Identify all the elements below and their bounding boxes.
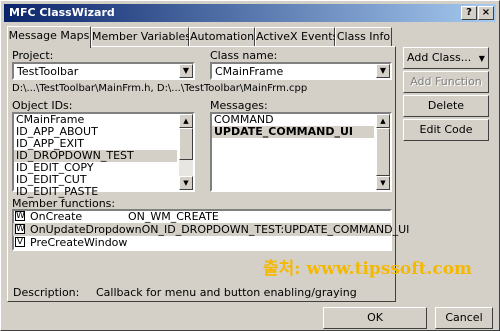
tab-automation[interactable]: Automation bbox=[189, 27, 255, 47]
object-ids-list[interactable]: CMainFrame ID_APP_ABOUT ID_APP_EXIT ID_D… bbox=[12, 112, 195, 198]
window-title: MFC ClassWizard bbox=[9, 6, 115, 19]
messages-scrollbar[interactable]: ▲ ▼ bbox=[376, 114, 390, 190]
scroll-down-icon[interactable]: ▼ bbox=[376, 176, 390, 190]
cancel-button[interactable]: Cancel bbox=[435, 307, 493, 329]
member-function-name: OnCreate bbox=[30, 210, 83, 223]
description-value: Callback for menu and button enabling/gr… bbox=[96, 286, 357, 299]
chevron-down-icon[interactable]: ▼ bbox=[179, 64, 193, 78]
class-name-label: Class name: bbox=[210, 49, 278, 62]
member-functions-rows: W OnCreate ON_WM_CREATE W OnUpdateDropdo… bbox=[13, 210, 409, 250]
add-class-button[interactable]: Add Class... ▼ bbox=[403, 47, 489, 69]
class-name-value: CMainFrame bbox=[215, 65, 284, 78]
chevron-down-icon: ▼ bbox=[478, 54, 485, 63]
messages-items: COMMAND UPDATE_COMMAND_UI bbox=[212, 114, 374, 138]
close-button[interactable]: × bbox=[478, 6, 494, 20]
scroll-thumb[interactable] bbox=[179, 128, 193, 160]
list-item-selected[interactable]: UPDATE_COMMAND_UI bbox=[212, 126, 374, 138]
ok-button[interactable]: OK bbox=[323, 307, 427, 329]
classwizard-dialog: MFC ClassWizard ? × Message Maps Member … bbox=[0, 0, 500, 331]
member-function-name: PreCreateWindow bbox=[30, 236, 128, 249]
scroll-down-icon[interactable]: ▼ bbox=[179, 176, 193, 190]
description-label: Description: bbox=[13, 286, 80, 299]
table-row[interactable]: W OnCreate ON_WM_CREATE bbox=[13, 210, 391, 223]
table-row[interactable]: V PreCreateWindow bbox=[13, 236, 391, 249]
tab-member-variables[interactable]: Member Variables bbox=[91, 27, 191, 47]
tab-message-maps[interactable]: Message Maps bbox=[7, 26, 91, 48]
project-label: Project: bbox=[12, 49, 54, 62]
file-path: D:\...\TestToolbar\MainFrm.h, D:\...\Tes… bbox=[12, 83, 308, 94]
watermark-text: 출처: www.tipssoft.com bbox=[263, 259, 473, 279]
scroll-up-icon[interactable]: ▲ bbox=[376, 114, 390, 128]
title-bar[interactable]: MFC ClassWizard ? × bbox=[4, 4, 496, 22]
chevron-down-icon[interactable]: ▼ bbox=[376, 64, 390, 78]
class-name-combo[interactable]: CMainFrame ▼ bbox=[210, 62, 392, 80]
add-class-label: Add Class... bbox=[407, 51, 472, 64]
scroll-thumb[interactable] bbox=[376, 128, 390, 176]
member-function-name: OnUpdateDropdownON_ID_DROPDOWN_TEST:UPDA… bbox=[30, 223, 410, 236]
project-value: TestToolbar bbox=[17, 65, 79, 78]
member-type-badge: W bbox=[15, 224, 25, 234]
table-row-selected[interactable]: W OnUpdateDropdownON_ID_DROPDOWN_TEST:UP… bbox=[13, 223, 409, 236]
tab-activex-events[interactable]: ActiveX Events bbox=[255, 27, 338, 47]
edit-code-button[interactable]: Edit Code bbox=[403, 119, 489, 141]
scroll-up-icon[interactable]: ▲ bbox=[179, 114, 193, 128]
object-ids-scrollbar[interactable]: ▲ ▼ bbox=[179, 114, 193, 190]
object-ids-items: CMainFrame ID_APP_ABOUT ID_APP_EXIT ID_D… bbox=[14, 114, 177, 198]
messages-label: Messages: bbox=[210, 99, 268, 112]
tab-class-info[interactable]: Class Info bbox=[335, 27, 392, 47]
delete-function-button[interactable]: Delete Function bbox=[403, 95, 489, 132]
help-button[interactable]: ? bbox=[461, 6, 477, 20]
member-type-badge: W bbox=[15, 211, 25, 221]
member-type-badge: V bbox=[15, 237, 25, 247]
project-combo[interactable]: TestToolbar ▼ bbox=[12, 62, 195, 80]
add-function-button[interactable]: Add Function bbox=[403, 71, 489, 93]
object-ids-label: Object IDs: bbox=[12, 99, 73, 112]
messages-list[interactable]: COMMAND UPDATE_COMMAND_UI ▲ ▼ bbox=[210, 112, 392, 192]
member-function-message: ON_WM_CREATE bbox=[128, 210, 219, 223]
